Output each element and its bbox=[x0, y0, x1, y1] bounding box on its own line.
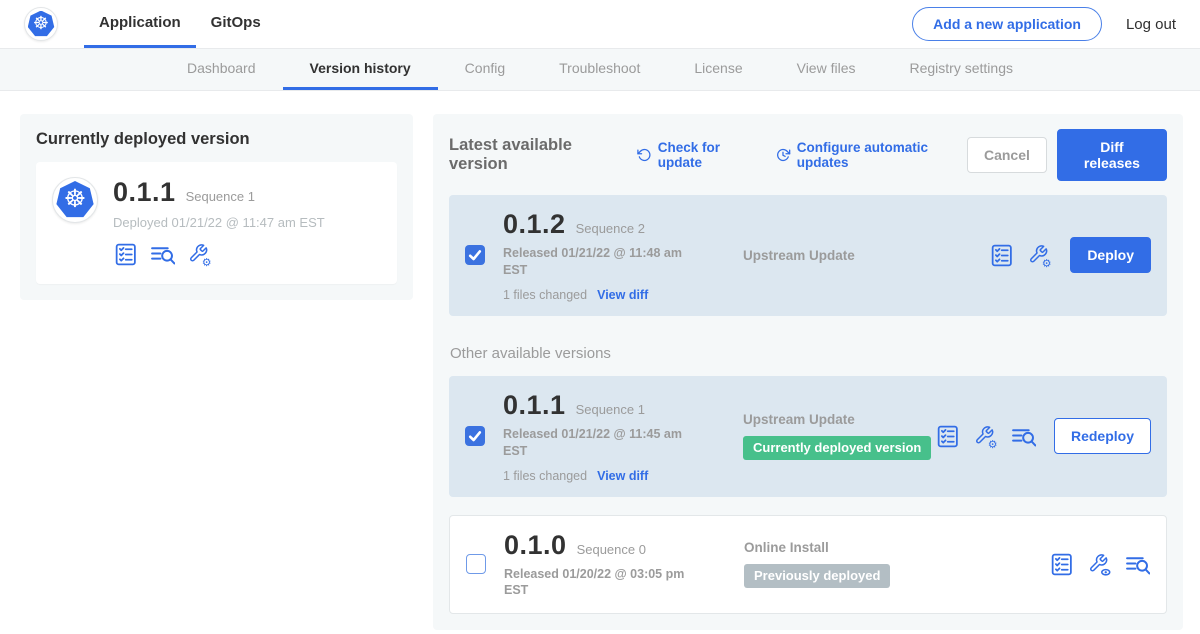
subnav-config[interactable]: Config bbox=[438, 49, 532, 90]
version-row-0-1-2: 0.1.2 Sequence 2 Released 01/21/22 @ 11:… bbox=[449, 195, 1167, 316]
currently-deployed-title: Currently deployed version bbox=[36, 130, 397, 149]
currently-deployed-panel: Currently deployed version ☸ 0.1.1 Seque… bbox=[20, 114, 413, 300]
tab-application[interactable]: Application bbox=[84, 0, 196, 48]
previously-deployed-badge: Previously deployed bbox=[744, 564, 890, 588]
config-view-icon[interactable] bbox=[1087, 552, 1112, 577]
currently-deployed-badge: Currently deployed version bbox=[743, 436, 931, 460]
tab-gitops[interactable]: GitOps bbox=[196, 0, 276, 48]
version-source-label: Online Install bbox=[744, 540, 1049, 555]
version-checkbox[interactable] bbox=[465, 245, 485, 265]
version-checkbox[interactable] bbox=[465, 426, 485, 446]
files-changed-label: 1 files changed bbox=[503, 469, 587, 483]
deploy-logs-icon[interactable] bbox=[1125, 552, 1150, 577]
top-navbar: ☸ Application GitOps Add a new applicati… bbox=[0, 0, 1200, 49]
deploy-button[interactable]: Deploy bbox=[1070, 237, 1151, 273]
preflight-checks-icon[interactable] bbox=[1049, 552, 1074, 577]
version-row-0-1-0: 0.1.0 Sequence 0 Released 01/20/22 @ 03:… bbox=[449, 515, 1167, 615]
app-subnav: Dashboard Version history Config Trouble… bbox=[0, 49, 1200, 91]
deploy-logs-icon[interactable] bbox=[1011, 424, 1036, 449]
main-content: Currently deployed version ☸ 0.1.1 Seque… bbox=[0, 91, 1200, 630]
released-timestamp: Released 01/21/22 @ 11:48 am EST bbox=[503, 245, 693, 279]
subnav-version-history[interactable]: Version history bbox=[283, 49, 438, 90]
subnav-license[interactable]: License bbox=[667, 49, 769, 90]
redeploy-button[interactable]: Redeploy bbox=[1054, 418, 1151, 454]
checkmark-icon bbox=[466, 246, 484, 264]
version-number: 0.1.1 bbox=[503, 390, 566, 421]
check-for-update-link[interactable]: Check for update bbox=[637, 140, 758, 170]
app-logo: ☸ bbox=[24, 0, 58, 48]
other-versions-title: Other available versions bbox=[450, 345, 1167, 362]
version-history-panel: Latest available version Check for updat… bbox=[433, 114, 1183, 630]
preflight-checks-icon[interactable] bbox=[989, 243, 1014, 268]
subnav-view-files[interactable]: View files bbox=[770, 49, 883, 90]
current-version-number: 0.1.1 bbox=[113, 177, 176, 208]
released-timestamp: Released 01/20/22 @ 03:05 pm EST bbox=[504, 566, 694, 600]
current-version-card: ☸ 0.1.1 Sequence 1 Deployed 01/21/22 @ 1… bbox=[36, 162, 397, 284]
kubernetes-logo-icon: ☸ bbox=[24, 7, 58, 41]
logout-link[interactable]: Log out bbox=[1126, 16, 1176, 33]
cancel-button[interactable]: Cancel bbox=[967, 137, 1047, 173]
version-number: 0.1.0 bbox=[504, 530, 567, 561]
released-timestamp: Released 01/21/22 @ 11:45 am EST bbox=[503, 426, 693, 460]
view-diff-link[interactable]: View diff bbox=[597, 288, 648, 302]
subnav-dashboard[interactable]: Dashboard bbox=[160, 49, 283, 90]
version-row-0-1-1: 0.1.1 Sequence 1 Released 01/21/22 @ 11:… bbox=[449, 376, 1167, 497]
version-checkbox[interactable] bbox=[466, 554, 486, 574]
app-icon: ☸ bbox=[52, 177, 98, 223]
deploy-logs-icon[interactable] bbox=[150, 242, 175, 267]
version-source-label: Upstream Update bbox=[743, 248, 989, 263]
latest-available-title: Latest available version bbox=[449, 136, 619, 174]
sequence-label: Sequence 1 bbox=[576, 402, 645, 417]
add-application-button[interactable]: Add a new application bbox=[912, 7, 1102, 41]
view-diff-link[interactable]: View diff bbox=[597, 469, 648, 483]
refresh-icon bbox=[637, 147, 652, 163]
sequence-label: Sequence 0 bbox=[577, 542, 646, 557]
auto-update-clock-icon bbox=[776, 147, 791, 163]
checkmark-icon bbox=[466, 427, 484, 445]
version-source-label: Upstream Update bbox=[743, 412, 935, 427]
topnav-spacer bbox=[276, 0, 912, 48]
preflight-checks-icon[interactable] bbox=[935, 424, 960, 449]
sequence-label: Sequence 2 bbox=[576, 221, 645, 236]
deployed-timestamp: Deployed 01/21/22 @ 11:47 am EST bbox=[113, 215, 325, 230]
subnav-troubleshoot[interactable]: Troubleshoot bbox=[532, 49, 667, 90]
subnav-registry-settings[interactable]: Registry settings bbox=[883, 49, 1040, 90]
current-sequence-label: Sequence 1 bbox=[186, 189, 255, 204]
preflight-checks-icon[interactable] bbox=[113, 242, 138, 267]
config-settings-icon[interactable] bbox=[1027, 243, 1052, 268]
diff-releases-button[interactable]: Diff releases bbox=[1057, 129, 1167, 181]
version-number: 0.1.2 bbox=[503, 209, 566, 240]
config-settings-icon[interactable] bbox=[187, 242, 212, 267]
configure-automatic-updates-link[interactable]: Configure automatic updates bbox=[776, 140, 967, 170]
config-settings-icon[interactable] bbox=[973, 424, 998, 449]
files-changed-label: 1 files changed bbox=[503, 288, 587, 302]
